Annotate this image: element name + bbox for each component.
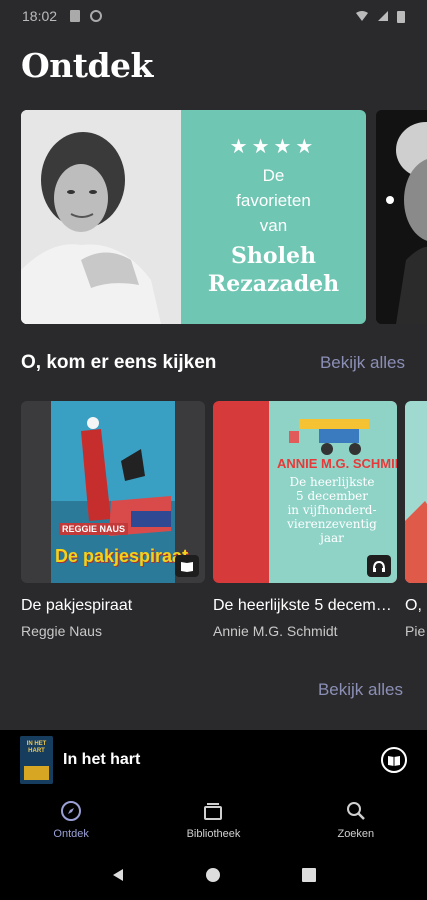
cover-title: De pakjespiraat xyxy=(55,546,189,566)
cover-title-line: 5 december xyxy=(296,489,368,503)
see-all-link[interactable]: Bekijk alles xyxy=(320,353,405,373)
back-icon[interactable] xyxy=(110,867,126,883)
system-navigation-bar xyxy=(0,850,427,900)
hero-subtitle-3: van xyxy=(259,216,288,235)
book-title: De heerlijkste 5 december in vijfhonderd… xyxy=(213,597,397,614)
book-author: Annie M.G. Schmidt xyxy=(213,623,338,639)
compass-icon xyxy=(61,801,82,821)
mini-player-cover: IN HET HART xyxy=(20,736,53,784)
tab-label: Bibliotheek xyxy=(186,828,241,840)
mini-player-title: In het hart xyxy=(63,751,141,768)
hero-name-1: Sholeh xyxy=(231,243,316,269)
app-header: Ontdek xyxy=(0,32,427,90)
tab-label: Ontdek xyxy=(53,828,89,840)
discover-content[interactable]: ★★★★ De favorieten van Sholeh Rezazadeh … xyxy=(0,90,427,730)
status-bar: 18:02 xyxy=(0,0,427,32)
tab-ontdek[interactable]: Ontdek xyxy=(0,790,142,850)
book-carousel[interactable]: REGGIE NAUS De pakjespiraat De pakjespir… xyxy=(21,401,427,641)
hero-subtitle-2: favorieten xyxy=(236,191,311,210)
hero-text-panel: ★★★★ De favorieten van Sholeh Rezazadeh xyxy=(181,110,366,324)
tab-label: Zoeken xyxy=(337,828,375,840)
hero-portrait-photo xyxy=(21,110,181,324)
status-notification-icons xyxy=(69,9,103,23)
hero-card-favorites[interactable]: ★★★★ De favorieten van Sholeh Rezazadeh xyxy=(21,110,366,324)
tab-zoeken[interactable]: Zoeken xyxy=(285,790,427,850)
search-icon xyxy=(346,802,365,820)
rating-stars: ★★★★ xyxy=(229,136,318,158)
battery-icon xyxy=(397,10,405,23)
book-cover-frame: REGGIE NAUS De pakjespiraat xyxy=(21,401,205,583)
library-icon xyxy=(204,803,223,820)
cover-author: ANNIE M.G. SCHMIDT xyxy=(277,456,397,471)
cover-author: REGGIE NAUS xyxy=(59,523,129,535)
cover-title: De heerlijkste 5 december in vijfhonderd… xyxy=(271,475,393,545)
cover-title-line: in vijfhonderd- xyxy=(287,503,377,517)
status-system-icons xyxy=(355,10,405,23)
cover-title-line: vierenzeventig xyxy=(287,517,377,531)
book-icon xyxy=(388,756,400,766)
bottom-tab-bar: Ontdek Bibliotheek Zoeken xyxy=(0,790,427,850)
recents-icon[interactable] xyxy=(301,867,317,883)
audiobook-badge xyxy=(367,555,391,577)
section-title: O, kom er eens kijken xyxy=(21,352,217,373)
see-all-link-2[interactable]: Bekijk alles xyxy=(318,680,403,700)
book-author: Reggie Naus xyxy=(21,623,102,639)
mini-cover-text: IN HET HART xyxy=(26,741,47,754)
hero-name-2: Rezazadeh xyxy=(207,271,340,297)
hero-carousel[interactable]: ★★★★ De favorieten van Sholeh Rezazadeh xyxy=(21,110,427,324)
tab-bibliotheek[interactable]: Bibliotheek xyxy=(142,790,284,850)
page-title: Ontdek xyxy=(21,46,153,85)
sim-icon xyxy=(70,10,81,22)
headphones-icon xyxy=(373,560,385,572)
book-cover-frame: ANNIE M.G. SCHMIDT De heerlijkste 5 dece… xyxy=(213,401,397,583)
open-book-button[interactable] xyxy=(381,747,407,773)
ebook-badge xyxy=(175,555,199,577)
home-icon[interactable] xyxy=(205,867,221,883)
hero-card-next[interactable] xyxy=(376,110,427,324)
section-header: O, kom er eens kijken Bekijk alles xyxy=(21,352,405,374)
book-card[interactable]: REGGIE NAUS De pakjespiraat De pakjespir… xyxy=(21,401,205,639)
book-card[interactable]: O, k Pie xyxy=(405,401,427,639)
book-cover xyxy=(405,401,427,583)
cover-title-line: De heerlijkste xyxy=(289,475,375,489)
status-time: 18:02 xyxy=(22,8,58,24)
hero-subtitle-1: De xyxy=(262,166,285,185)
cover-title-line: jaar xyxy=(320,531,344,545)
book-icon xyxy=(181,562,193,572)
sync-icon xyxy=(90,10,103,22)
book-title: O, k xyxy=(405,597,427,614)
book-card[interactable]: ANNIE M.G. SCHMIDT De heerlijkste 5 dece… xyxy=(213,401,397,639)
wifi-icon xyxy=(356,11,368,21)
book-author: Pie xyxy=(405,623,426,639)
signal-icon xyxy=(378,11,388,21)
book-title: De pakjespiraat xyxy=(21,597,133,614)
mini-player[interactable]: IN HET HART In het hart xyxy=(0,730,427,790)
